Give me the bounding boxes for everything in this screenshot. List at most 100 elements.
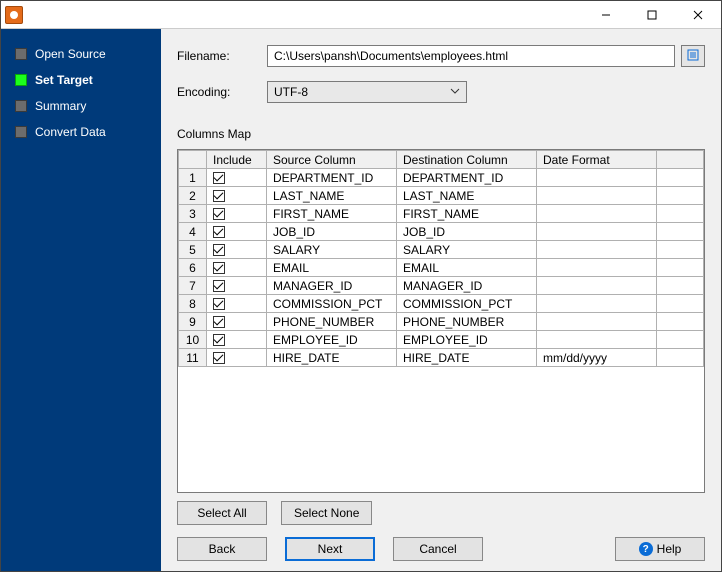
table-row[interactable]: 8COMMISSION_PCTCOMMISSION_PCT xyxy=(179,295,704,313)
date-format-cell[interactable] xyxy=(537,223,657,241)
include-checkbox[interactable] xyxy=(213,226,225,238)
select-all-button[interactable]: Select All xyxy=(177,501,267,525)
include-cell[interactable] xyxy=(207,277,267,295)
destination-column-cell[interactable]: SALARY xyxy=(397,241,537,259)
destination-column-cell[interactable]: COMMISSION_PCT xyxy=(397,295,537,313)
include-cell[interactable] xyxy=(207,169,267,187)
date-format-cell[interactable] xyxy=(537,295,657,313)
source-column-cell[interactable]: JOB_ID xyxy=(267,223,397,241)
destination-column-cell[interactable]: DEPARTMENT_ID xyxy=(397,169,537,187)
filename-input[interactable] xyxy=(267,45,675,67)
date-format-cell[interactable] xyxy=(537,313,657,331)
include-checkbox[interactable] xyxy=(213,208,225,220)
source-column-cell[interactable]: SALARY xyxy=(267,241,397,259)
include-checkbox[interactable] xyxy=(213,334,225,346)
table-row[interactable]: 7MANAGER_IDMANAGER_ID xyxy=(179,277,704,295)
destination-column-cell[interactable]: PHONE_NUMBER xyxy=(397,313,537,331)
encoding-select[interactable]: UTF-8 xyxy=(267,81,467,103)
row-number: 4 xyxy=(179,223,207,241)
include-cell[interactable] xyxy=(207,349,267,367)
cancel-button[interactable]: Cancel xyxy=(393,537,483,561)
include-cell[interactable] xyxy=(207,241,267,259)
source-column-cell[interactable]: EMAIL xyxy=(267,259,397,277)
source-column-cell[interactable]: MANAGER_ID xyxy=(267,277,397,295)
source-column-cell[interactable]: FIRST_NAME xyxy=(267,205,397,223)
destination-column-cell[interactable]: EMPLOYEE_ID xyxy=(397,331,537,349)
date-format-cell[interactable] xyxy=(537,331,657,349)
include-checkbox[interactable] xyxy=(213,280,225,292)
sidebar-item-open-source[interactable]: Open Source xyxy=(9,47,153,61)
source-column-cell[interactable]: EMPLOYEE_ID xyxy=(267,331,397,349)
source-column-cell[interactable]: DEPARTMENT_ID xyxy=(267,169,397,187)
include-cell[interactable] xyxy=(207,313,267,331)
header-destination[interactable]: Destination Column xyxy=(397,151,537,169)
table-row[interactable]: 5SALARYSALARY xyxy=(179,241,704,259)
include-checkbox[interactable] xyxy=(213,244,225,256)
maximize-button[interactable] xyxy=(629,1,675,28)
source-column-cell[interactable]: LAST_NAME xyxy=(267,187,397,205)
destination-column-cell[interactable]: FIRST_NAME xyxy=(397,205,537,223)
date-format-cell[interactable] xyxy=(537,259,657,277)
date-format-cell[interactable] xyxy=(537,205,657,223)
destination-column-cell[interactable]: EMAIL xyxy=(397,259,537,277)
row-spacer xyxy=(657,205,704,223)
table-row[interactable]: 11HIRE_DATEHIRE_DATEmm/dd/yyyy xyxy=(179,349,704,367)
table-row[interactable]: 3FIRST_NAMEFIRST_NAME xyxy=(179,205,704,223)
include-checkbox[interactable] xyxy=(213,262,225,274)
header-spacer xyxy=(657,151,704,169)
back-button[interactable]: Back xyxy=(177,537,267,561)
table-row[interactable]: 2 LAST_NAMELAST_NAME xyxy=(179,187,704,205)
destination-column-cell[interactable]: MANAGER_ID xyxy=(397,277,537,295)
table-row[interactable]: 6EMAILEMAIL xyxy=(179,259,704,277)
dialog-window: Open Source Set Target Summary Convert D… xyxy=(0,0,722,572)
sidebar-item-summary[interactable]: Summary xyxy=(9,99,153,113)
sidebar-item-label: Open Source xyxy=(35,47,106,61)
table-row[interactable]: 10EMPLOYEE_IDEMPLOYEE_ID xyxy=(179,331,704,349)
include-checkbox[interactable] xyxy=(213,352,225,364)
date-format-cell[interactable] xyxy=(537,277,657,295)
destination-column-cell[interactable]: JOB_ID xyxy=(397,223,537,241)
date-format-cell[interactable] xyxy=(537,187,657,205)
help-button[interactable]: ? Help xyxy=(615,537,705,561)
date-format-cell[interactable] xyxy=(537,169,657,187)
header-include[interactable]: Include xyxy=(207,151,267,169)
source-column-cell[interactable]: PHONE_NUMBER xyxy=(267,313,397,331)
include-cell[interactable] xyxy=(207,205,267,223)
source-column-cell[interactable]: HIRE_DATE xyxy=(267,349,397,367)
sidebar-item-set-target[interactable]: Set Target xyxy=(9,73,153,87)
include-cell[interactable] xyxy=(207,295,267,313)
header-source[interactable]: Source Column xyxy=(267,151,397,169)
include-checkbox[interactable] xyxy=(213,172,225,184)
table-row[interactable]: 1DEPARTMENT_IDDEPARTMENT_ID xyxy=(179,169,704,187)
header-date-format[interactable]: Date Format xyxy=(537,151,657,169)
select-none-button[interactable]: Select None xyxy=(281,501,372,525)
date-format-cell[interactable]: mm/dd/yyyy xyxy=(537,349,657,367)
include-checkbox[interactable] xyxy=(213,316,225,328)
include-checkbox[interactable] xyxy=(213,298,225,310)
close-button[interactable] xyxy=(675,1,721,28)
sidebar-item-convert-data[interactable]: Convert Data xyxy=(9,125,153,139)
row-number: 2 xyxy=(179,187,207,205)
table-row[interactable]: 4 JOB_IDJOB_ID xyxy=(179,223,704,241)
dialog-body: Open Source Set Target Summary Convert D… xyxy=(1,29,721,571)
include-checkbox[interactable] xyxy=(213,190,225,202)
browse-button[interactable] xyxy=(681,45,705,67)
app-icon xyxy=(5,6,23,24)
include-cell[interactable] xyxy=(207,331,267,349)
destination-column-cell[interactable]: HIRE_DATE xyxy=(397,349,537,367)
date-format-cell[interactable] xyxy=(537,241,657,259)
table-row[interactable]: 9PHONE_NUMBERPHONE_NUMBER xyxy=(179,313,704,331)
row-spacer xyxy=(657,223,704,241)
source-column-cell[interactable]: COMMISSION_PCT xyxy=(267,295,397,313)
next-button[interactable]: Next xyxy=(285,537,375,561)
destination-column-cell[interactable]: LAST_NAME xyxy=(397,187,537,205)
sidebar-item-label: Summary xyxy=(35,99,86,113)
table-header-row: Include Source Column Destination Column… xyxy=(179,151,704,169)
main-panel: Filename: Encoding: UTF-8 Columns Map xyxy=(161,29,721,571)
include-cell[interactable] xyxy=(207,187,267,205)
include-cell[interactable] xyxy=(207,259,267,277)
step-box-icon xyxy=(15,74,27,86)
include-cell[interactable] xyxy=(207,223,267,241)
wizard-buttons: Back Next Cancel ? Help xyxy=(177,537,705,561)
minimize-button[interactable] xyxy=(583,1,629,28)
